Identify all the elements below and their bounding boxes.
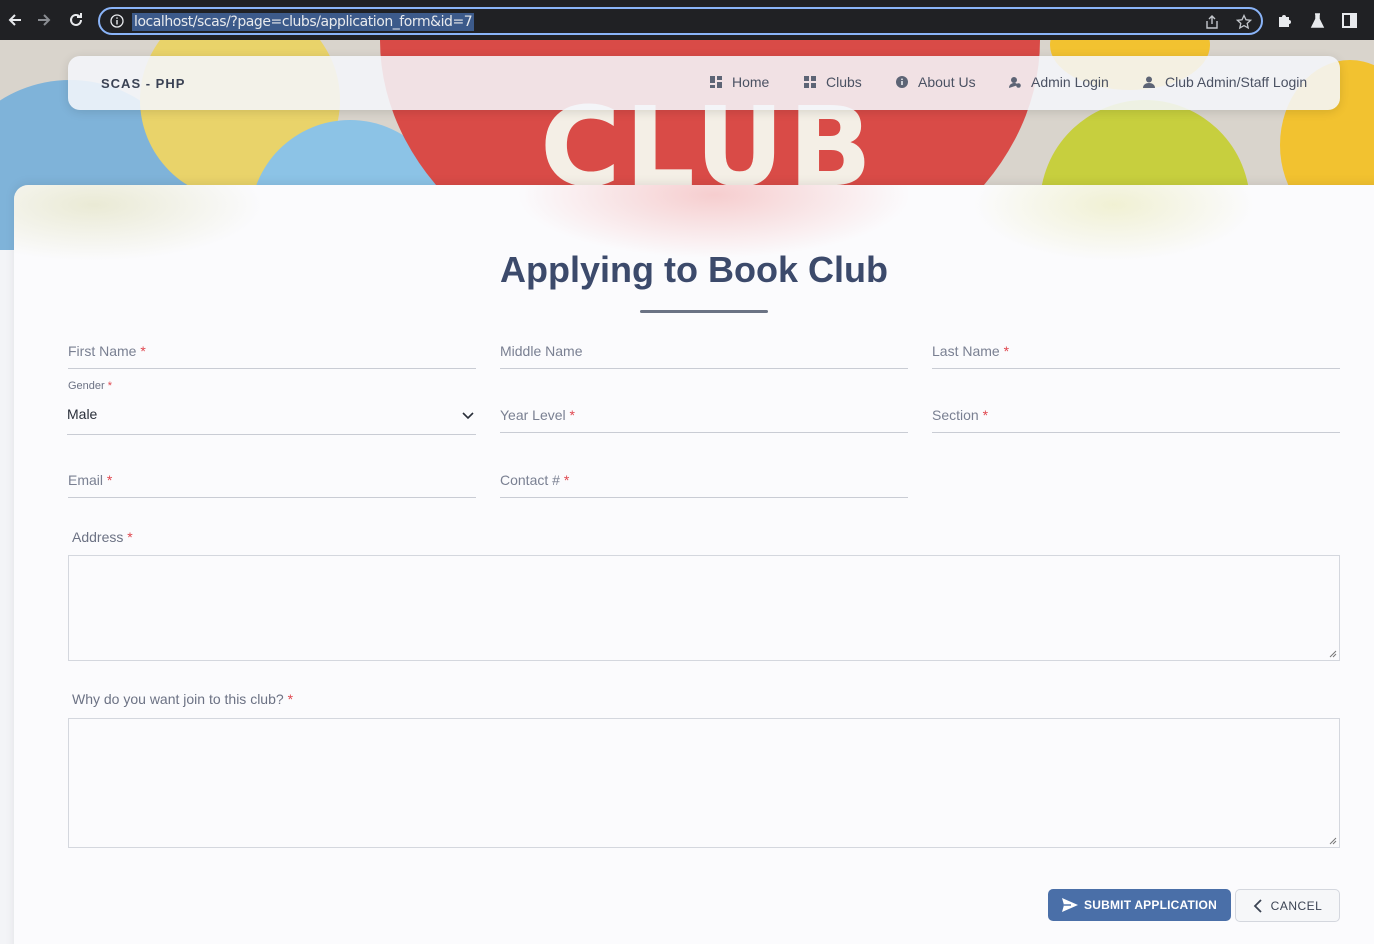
admin-user-icon: [1009, 77, 1021, 88]
nav-item-about-us[interactable]: About Us: [896, 74, 976, 90]
address-textarea[interactable]: [68, 555, 1340, 661]
required-mark: *: [287, 691, 294, 707]
year-level-field[interactable]: Year Level *: [500, 403, 908, 433]
grid-icon: [804, 76, 816, 88]
brand-name[interactable]: SCAS - PHP: [101, 76, 185, 91]
middle-name-field[interactable]: Middle Name: [500, 339, 908, 369]
extensions-icon[interactable]: [1276, 12, 1293, 29]
top-navbar: SCAS - PHP Home Clubs About Us Admin Log…: [68, 56, 1340, 110]
address-bar[interactable]: localhost/scas/?page=clubs/application_f…: [98, 7, 1263, 35]
page-title: Applying to Book Club: [500, 249, 888, 290]
last-name-field[interactable]: Last Name *: [932, 339, 1340, 369]
email-field[interactable]: Email *: [68, 468, 476, 498]
required-mark: *: [127, 529, 133, 545]
resize-grip-icon[interactable]: [1329, 837, 1337, 845]
info-circle-icon: [896, 76, 908, 88]
required-mark: *: [1003, 343, 1010, 359]
email-label: Email: [68, 472, 104, 488]
nav-item-clubs[interactable]: Clubs: [804, 74, 862, 90]
chevron-down-icon: [462, 412, 474, 420]
forward-icon[interactable]: [29, 5, 59, 35]
nav-item-admin-login[interactable]: Admin Login: [1009, 74, 1109, 90]
browser-toolbar: localhost/scas/?page=clubs/application_f…: [0, 0, 1374, 40]
gender-label: Gender: [68, 380, 105, 392]
nav-item-label: Home: [732, 74, 770, 90]
nav-item-label: About Us: [918, 74, 976, 90]
labs-icon[interactable]: [1309, 12, 1326, 29]
reason-textarea[interactable]: [68, 718, 1340, 848]
cancel-button[interactable]: CANCEL: [1235, 889, 1340, 922]
nav-item-home[interactable]: Home: [710, 74, 769, 90]
reload-icon[interactable]: [61, 5, 91, 35]
star-icon[interactable]: [1236, 14, 1252, 30]
dashboard-icon: [710, 76, 722, 88]
share-icon[interactable]: [1204, 14, 1220, 30]
reason-label: Why do you want join to this club?: [72, 691, 284, 707]
nav-item-club-admin-staff-login[interactable]: Club Admin/Staff Login: [1143, 74, 1307, 90]
first-name-label: First Name: [68, 343, 137, 359]
application-form-card: Applying to Book Club First Name * Middl…: [14, 185, 1374, 944]
user-icon: [1143, 76, 1155, 88]
contact-label: Contact #: [500, 472, 560, 488]
required-mark: *: [140, 343, 146, 359]
title-divider: [640, 310, 768, 313]
section-field[interactable]: Section *: [932, 403, 1340, 433]
year-level-label: Year Level: [500, 407, 566, 423]
required-mark: *: [982, 407, 989, 423]
submit-label: SUBMIT APPLICATION: [1084, 898, 1217, 912]
section-label: Section: [932, 407, 979, 423]
first-name-field[interactable]: First Name *: [68, 339, 476, 369]
url-text[interactable]: localhost/scas/?page=clubs/application_f…: [132, 13, 475, 31]
submit-application-button[interactable]: SUBMIT APPLICATION: [1048, 889, 1231, 921]
required-mark: *: [106, 472, 113, 488]
side-panel-icon[interactable]: [1341, 12, 1358, 29]
nav-item-label: Club Admin/Staff Login: [1165, 74, 1308, 90]
required-mark: *: [563, 472, 570, 488]
resize-grip-icon[interactable]: [1329, 650, 1337, 658]
required-mark: *: [569, 407, 575, 423]
gender-value: Male: [67, 406, 98, 422]
send-icon: [1062, 898, 1079, 912]
chevron-left-icon: [1253, 898, 1262, 913]
middle-name-label: Middle Name: [500, 343, 583, 359]
contact-number-field[interactable]: Contact # *: [500, 468, 908, 498]
nav-item-label: Clubs: [826, 74, 862, 90]
gender-select[interactable]: Male: [67, 405, 476, 435]
address-label: Address: [72, 529, 124, 545]
cancel-label: CANCEL: [1270, 898, 1323, 913]
back-icon[interactable]: [0, 5, 30, 35]
nav-item-label: Admin Login: [1031, 74, 1109, 90]
info-icon[interactable]: [110, 14, 124, 28]
required-mark: *: [107, 380, 113, 392]
last-name-label: Last Name: [932, 343, 1000, 359]
